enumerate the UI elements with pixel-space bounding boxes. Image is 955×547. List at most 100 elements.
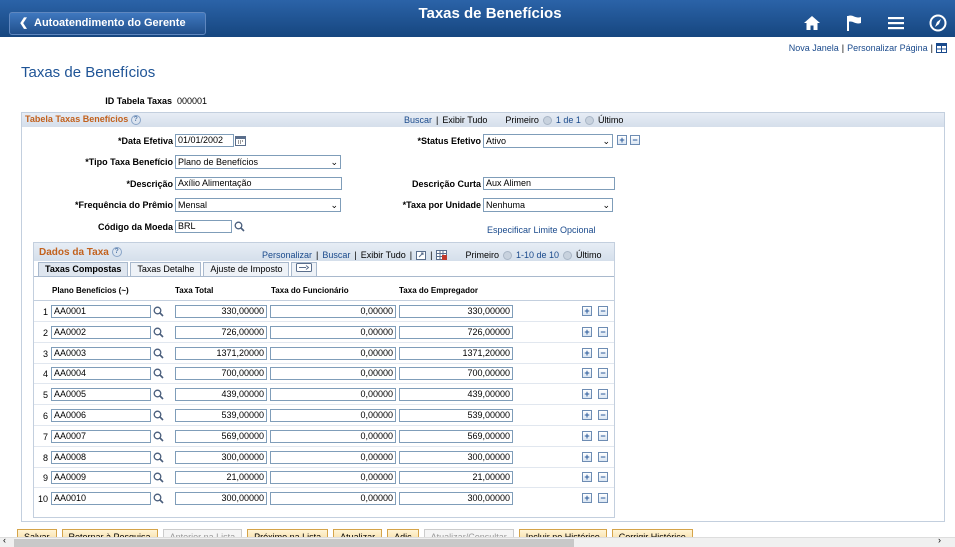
lookup-icon[interactable] [234,221,245,232]
employer-rate-input[interactable]: 1371,20000 [399,346,513,360]
col-benefit-plan[interactable]: Plano Benefícios (~) [52,286,129,295]
benefit-plan-input[interactable]: AA0003 [51,346,151,360]
add-row-button[interactable]: + [582,472,592,483]
employee-rate-input[interactable]: 0,00000 [270,471,396,485]
add-row-button[interactable]: + [582,347,592,358]
lookup-icon[interactable] [153,389,164,400]
tab-rate-detail[interactable]: Taxas Detalhe [130,262,202,276]
employer-rate-input[interactable]: 726,00000 [399,325,513,339]
help-icon[interactable]: ? [130,114,141,125]
zoom-icon[interactable] [416,250,427,260]
total-rate-input[interactable]: 21,00000 [175,471,267,485]
lookup-icon[interactable] [153,410,164,421]
home-icon[interactable] [801,12,823,34]
prev-arrow-icon[interactable] [502,250,512,260]
employee-rate-input[interactable]: 0,00000 [270,409,396,422]
delete-row-button[interactable]: − [598,430,608,441]
add-row-button[interactable]: + [617,135,627,145]
delete-row-button[interactable]: − [598,368,608,379]
benefit-plan-input[interactable]: AA0005 [51,388,151,402]
delete-row-button[interactable]: − [598,451,608,462]
benefit-plan-input[interactable]: AA0001 [51,305,151,318]
grid-personalize-link[interactable]: Personalizar [262,250,312,260]
benefit-plan-input[interactable]: AA0010 [51,492,151,506]
employee-rate-input[interactable]: 0,00000 [270,450,396,464]
currency-code-input[interactable]: BRL [175,220,232,233]
grid-find-link[interactable]: Buscar [322,250,350,260]
scrollbar-thumb[interactable] [14,539,574,547]
delete-row-button[interactable]: − [630,135,640,145]
employer-rate-input[interactable]: 300,00000 [399,492,513,506]
total-rate-input[interactable]: 300,00000 [175,492,267,506]
add-row-button[interactable]: + [582,368,592,379]
lookup-icon[interactable] [153,306,164,317]
delete-row-button[interactable]: − [598,472,608,483]
employer-rate-input[interactable]: 439,00000 [399,388,513,402]
help-icon[interactable]: ? [111,247,122,258]
lookup-icon[interactable] [153,452,164,463]
scroll-left-icon[interactable]: ‹ [3,535,6,545]
lookup-icon[interactable] [153,368,164,379]
add-row-button[interactable]: + [582,389,592,400]
lookup-icon[interactable] [153,431,164,442]
page-grid-icon[interactable] [936,43,947,53]
add-row-button[interactable]: + [582,493,592,504]
delete-row-button[interactable]: − [598,493,608,504]
total-rate-input[interactable]: 439,00000 [175,388,267,402]
add-row-button[interactable]: + [582,410,592,420]
employer-rate-input[interactable]: 539,00000 [399,409,513,422]
next-arrow-icon[interactable] [563,250,573,260]
delete-row-button[interactable]: − [598,326,608,337]
scroll-right-icon[interactable]: › [938,535,941,545]
employer-rate-input[interactable]: 21,00000 [399,471,513,485]
employee-rate-input[interactable]: 0,00000 [270,325,396,339]
employee-rate-input[interactable]: 0,00000 [270,367,396,381]
tab-tax-adjustment[interactable]: Ajuste de Imposto [203,262,290,276]
prev-arrow-icon[interactable] [542,115,552,125]
delete-row-button[interactable]: − [598,389,608,400]
add-row-button[interactable]: + [582,451,592,462]
navbar-icon[interactable] [927,12,949,34]
benefit-plan-input[interactable]: AA0002 [51,325,151,339]
tab-composite-rates[interactable]: Taxas Compostas [38,262,129,276]
delete-row-button[interactable]: − [598,410,608,420]
new-window-link[interactable]: Nova Janela [789,43,839,53]
description-input[interactable]: Axílio Alimentação [175,177,342,190]
flag-icon[interactable] [843,12,865,34]
view-all-link[interactable]: Exibir Tudo [442,115,487,125]
total-rate-input[interactable]: 539,00000 [175,409,267,422]
employer-rate-input[interactable]: 700,00000 [399,367,513,381]
benefit-plan-input[interactable]: AA0009 [51,471,151,485]
benefit-plan-input[interactable]: AA0008 [51,450,151,464]
total-rate-input[interactable]: 569,00000 [175,429,267,443]
total-rate-input[interactable]: 1371,20000 [175,346,267,360]
employee-rate-input[interactable]: 0,00000 [270,305,396,318]
grid-view-all-link[interactable]: Exibir Tudo [361,250,406,260]
benefit-plan-input[interactable]: AA0006 [51,409,151,422]
employee-rate-input[interactable]: 0,00000 [270,346,396,360]
employer-rate-input[interactable]: 569,00000 [399,429,513,443]
add-row-button[interactable]: + [582,430,592,441]
add-row-button[interactable]: + [582,306,592,316]
add-row-button[interactable]: + [582,326,592,337]
eff-date-input[interactable]: 01/01/2002 [175,134,234,147]
eff-status-select[interactable]: Ativo ⌄ [483,134,613,148]
lookup-icon[interactable] [153,348,164,359]
back-button[interactable]: ❮ Autoatendimento do Gerente [9,12,206,35]
benefit-plan-input[interactable]: AA0007 [51,429,151,443]
employee-rate-input[interactable]: 0,00000 [270,388,396,402]
employer-rate-input[interactable]: 300,00000 [399,450,513,464]
optional-limit-link[interactable]: Especificar Limite Opcional [487,225,596,235]
short-description-input[interactable]: Aux Alimen [483,177,615,190]
show-all-columns-icon[interactable] [291,262,318,276]
premium-frequency-select[interactable]: Mensal ⌄ [175,198,341,212]
employee-rate-input[interactable]: 0,00000 [270,429,396,443]
download-icon[interactable] [436,250,448,260]
menu-icon[interactable] [885,12,907,34]
lookup-icon[interactable] [153,493,164,504]
employee-rate-input[interactable]: 0,00000 [270,492,396,506]
total-rate-input[interactable]: 726,00000 [175,325,267,339]
find-link[interactable]: Buscar [404,115,432,125]
rate-type-select[interactable]: Plano de Benefícios ⌄ [175,155,341,169]
total-rate-input[interactable]: 300,00000 [175,450,267,464]
